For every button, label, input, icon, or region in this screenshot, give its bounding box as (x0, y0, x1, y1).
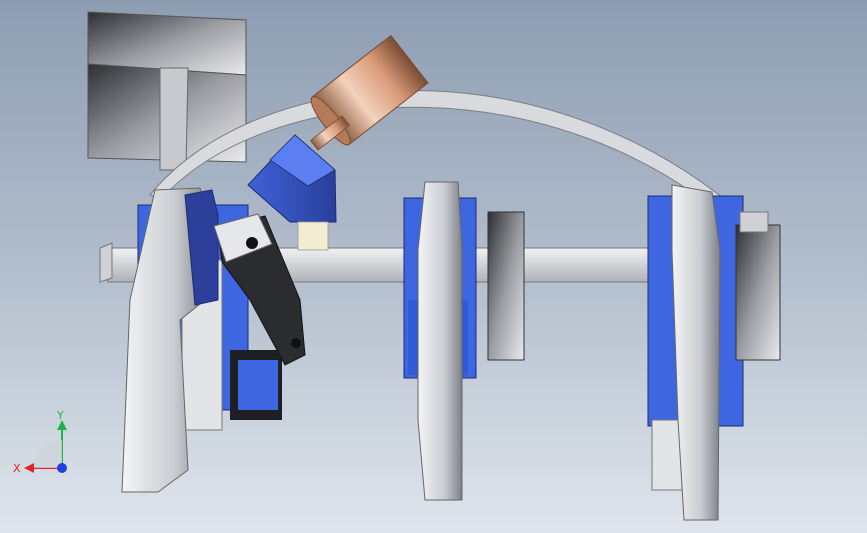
z-axis-dot (57, 463, 67, 473)
copper-cylinder[interactable] (306, 34, 429, 151)
x-axis-label: X (13, 462, 21, 475)
x-axis-arrow (24, 463, 34, 473)
middle-wheel-assembly[interactable] (403, 181, 525, 501)
y-axis-label: Y (56, 409, 64, 422)
axis-plane-fan (34, 440, 62, 468)
right-wheel-assembly[interactable] (647, 184, 781, 521)
cad-3d-viewport[interactable] (0, 0, 867, 533)
coordinate-triad: X Y (13, 409, 67, 475)
